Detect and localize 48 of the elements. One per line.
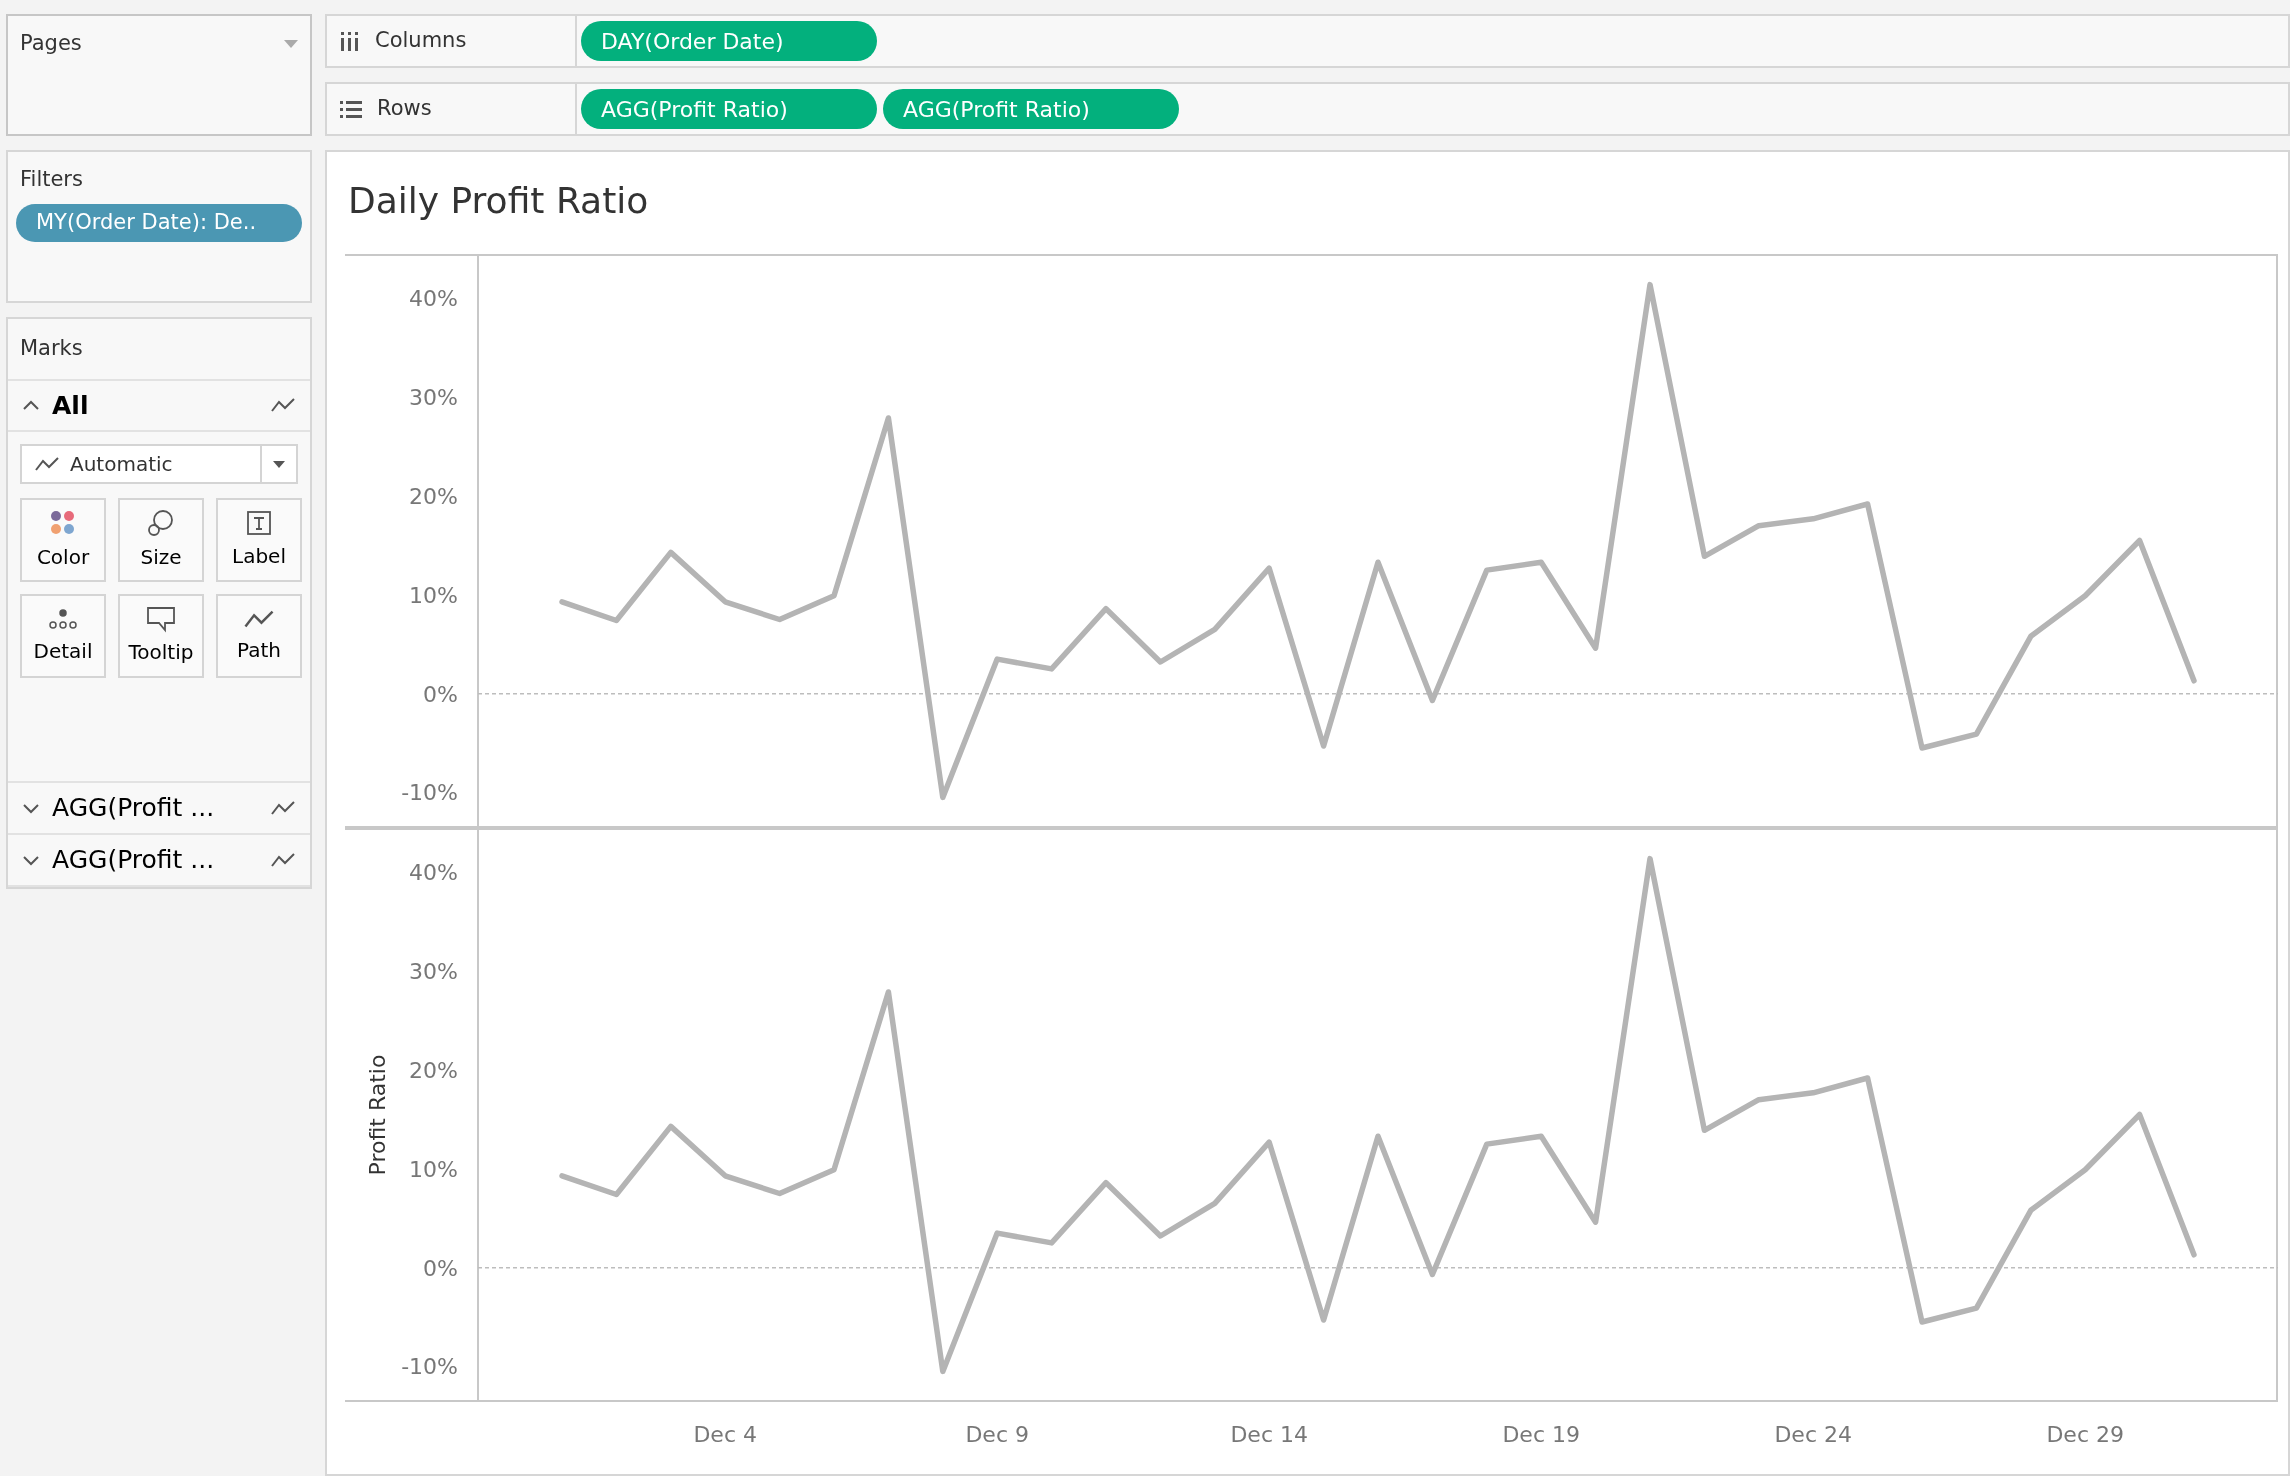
- y-axis-title: Profit Ratio: [365, 1054, 390, 1176]
- mark-property-button[interactable]: Detail: [20, 594, 106, 679]
- y-axis-tick-label: 20%: [409, 1058, 458, 1084]
- shelf-label: Rows: [377, 95, 432, 123]
- text-label-icon: [245, 509, 273, 538]
- y-axis-tick-label: -10%: [401, 780, 458, 806]
- size-circles-icon: [146, 508, 176, 539]
- x-axis-tick-label: Dec 4: [693, 1422, 757, 1447]
- y-axis-tick-label: 40%: [409, 286, 458, 312]
- mark-property-button[interactable]: Tooltip: [118, 594, 204, 679]
- pages-title: Pages: [20, 30, 82, 57]
- shelf-label: Columns: [375, 27, 467, 55]
- y-axis-tick-label: 10%: [409, 582, 458, 608]
- rows-icon: [339, 99, 363, 119]
- layer-name: AGG(Profit ...: [52, 792, 216, 825]
- y-axis-tick-label: 40%: [409, 860, 458, 886]
- mark-property-button[interactable]: Size: [118, 498, 204, 583]
- mark-property-button[interactable]: Color: [20, 498, 106, 583]
- dropdown-arrow-icon[interactable]: [273, 460, 285, 468]
- marks-title: Marks: [8, 319, 310, 381]
- x-axis-tick-label: Dec 14: [1230, 1422, 1308, 1447]
- collapse-chevron-icon[interactable]: [22, 399, 40, 412]
- x-axis-tick-label: Dec 9: [965, 1422, 1029, 1447]
- y-axis-tick-label: 10%: [409, 1156, 458, 1182]
- layer-name: All: [52, 389, 90, 422]
- y-axis-tick-label: 30%: [409, 959, 458, 985]
- y-axis-tick-label: -10%: [401, 1354, 458, 1380]
- marks-layer-row[interactable]: AGG(Profit ...: [8, 835, 310, 887]
- speech-bubble-icon: [145, 605, 177, 634]
- y-axis-tick-label: 20%: [409, 484, 458, 510]
- x-axis-tick-label: Dec 29: [2046, 1422, 2124, 1447]
- expand-chevron-icon[interactable]: [22, 854, 40, 867]
- x-axis-tick-label: Dec 24: [1774, 1422, 1852, 1447]
- layer-name: AGG(Profit ...: [52, 844, 216, 877]
- y-axis-tick-label: 30%: [409, 385, 458, 411]
- marks-layer-row[interactable]: AGG(Profit ...: [8, 783, 310, 836]
- x-axis-tick-label: Dec 19: [1502, 1422, 1580, 1447]
- mark-type-value: Automatic: [70, 451, 173, 479]
- mark-property-button[interactable]: Label: [216, 498, 302, 583]
- view-title: Daily Profit Ratio: [347, 179, 650, 223]
- columns-icon: [339, 30, 361, 52]
- marks-layer-row[interactable]: All: [8, 380, 310, 433]
- expand-chevron-icon[interactable]: [22, 802, 40, 815]
- y-axis-tick-label: 0%: [423, 681, 458, 707]
- mark-property-button[interactable]: Path: [216, 594, 302, 679]
- mark-type-dropdown[interactable]: Automatic: [20, 444, 298, 485]
- filters-title: Filters: [19, 166, 84, 193]
- y-axis-tick-label: 0%: [423, 1255, 458, 1281]
